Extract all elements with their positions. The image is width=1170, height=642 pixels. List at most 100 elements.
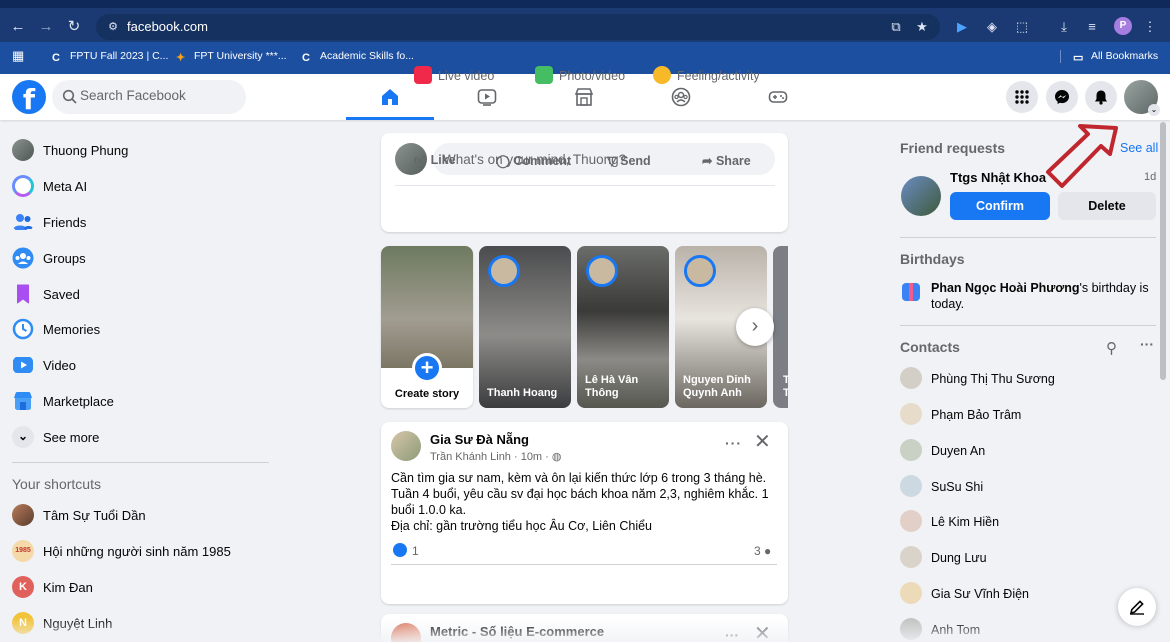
post-author[interactable]: Metric - Số liệu E-commerce [430, 624, 604, 639]
birthday-text[interactable]: Phan Ngọc Hoài Phương's birthday is toda… [931, 280, 1156, 312]
search-box[interactable] [52, 80, 246, 114]
post-composer: What's on your mind, Thuong? [381, 133, 788, 232]
feeling-activity-button[interactable]: Feeling/activity [653, 66, 760, 86]
sidebar-item-video[interactable]: Video [12, 351, 272, 381]
search-icon [62, 89, 77, 104]
fpt-icon: ✦ [176, 52, 186, 64]
site-info-icon[interactable]: ⚙ [104, 18, 122, 36]
sidebar-item-saved[interactable]: Saved [12, 280, 272, 310]
divider [395, 185, 775, 186]
create-story-card[interactable]: + Create story [381, 246, 473, 408]
sidebar-item-see-more[interactable]: ⌄ See more [12, 423, 272, 453]
notifications-button[interactable] [1085, 81, 1117, 113]
story-name: T T [783, 374, 788, 399]
contact-item[interactable]: Dung Lưu [900, 544, 1140, 572]
search-input[interactable] [80, 88, 238, 103]
contact-item[interactable]: Duyen An [900, 437, 1140, 465]
action-label: Photo/video [559, 69, 626, 83]
apps-grid-icon[interactable]: ▦ [12, 48, 24, 64]
contact-item[interactable]: Anh Tom [900, 616, 1140, 642]
sidebar-item-memories[interactable]: Memories [12, 315, 272, 345]
story-card[interactable]: T T [773, 246, 788, 408]
sidebar-item-profile[interactable]: Thuong Phung [12, 136, 272, 166]
reaction-count[interactable]: 1 [412, 544, 419, 558]
like-button[interactable]: 👍︎ Like [414, 153, 456, 168]
close-icon[interactable]: ✕ [754, 432, 771, 452]
contact-item[interactable]: Gia Sư Vĩnh Điện [900, 580, 1140, 608]
see-all-link[interactable]: See all [1120, 141, 1158, 155]
contact-name: Gia Sư Vĩnh Điện [931, 587, 1029, 601]
delete-button[interactable]: Delete [1058, 192, 1156, 220]
install-app-icon[interactable]: ⧉ [886, 17, 906, 37]
new-message-button[interactable] [1118, 588, 1156, 626]
shortcut-item[interactable]: 1985 Hội những người sinh năm 1985 [12, 537, 272, 567]
account-avatar[interactable]: ⌄ [1124, 80, 1160, 116]
extension-play-icon[interactable]: ▶ [952, 17, 972, 37]
bookmark-item-2[interactable]: ✦ FPT University ***... [176, 50, 287, 64]
story-card[interactable]: Lê Hà Vân Thông [577, 246, 669, 408]
groups-icon [12, 247, 34, 269]
share-button[interactable]: ➦ Share [702, 153, 751, 168]
sidebar-item-marketplace[interactable]: Marketplace [12, 387, 272, 417]
browser-menu-icon[interactable]: ⋮ [1140, 17, 1160, 37]
send-button[interactable]: ▽ Send [607, 153, 651, 168]
extensions-puzzle-icon[interactable]: ⬚ [1012, 17, 1032, 37]
live-video-button[interactable]: Live video [414, 66, 494, 86]
post-avatar[interactable] [391, 623, 421, 642]
all-bookmarks[interactable]: ▭ All Bookmarks [1060, 50, 1158, 64]
plus-icon[interactable]: + [412, 353, 442, 383]
scrollbar[interactable] [1160, 122, 1166, 380]
comment-count[interactable]: 3 ● [754, 544, 771, 558]
menu-button[interactable] [1006, 81, 1038, 113]
contact-item[interactable]: Lê Kim Hiền [900, 508, 1140, 536]
bookmark-star-icon[interactable]: ★ [912, 17, 932, 37]
download-icon[interactable]: ⤓ [1054, 17, 1074, 37]
shortcut-item[interactable]: K Kim Đan [12, 573, 272, 603]
contact-name: Lê Kim Hiền [931, 515, 1000, 529]
close-icon[interactable]: ✕ [754, 624, 771, 642]
post-avatar[interactable] [391, 431, 421, 461]
chevron-right-icon[interactable]: › [736, 308, 774, 346]
confirm-button[interactable]: Confirm [950, 192, 1050, 220]
home-icon [382, 89, 398, 105]
contact-item[interactable]: Phùng Thị Thu Sương [900, 365, 1140, 393]
friend-request-avatar[interactable] [901, 176, 941, 216]
comment-bubble-icon: ● [764, 544, 772, 558]
contact-item[interactable]: Phạm Bảo Trâm [900, 401, 1140, 429]
bookmark-item-1[interactable]: C FPTU Fall 2023 | C... [52, 50, 168, 64]
shortcut-label: Tâm Sự Tuổi Dần [43, 508, 146, 523]
share-icon: ➦ [702, 154, 713, 168]
bookmark-item-3[interactable]: C Academic Skills fo... [302, 50, 414, 64]
comment-button[interactable]: ◯ Comment [496, 153, 571, 168]
shield-extension-icon[interactable]: ◈ [982, 17, 1002, 37]
reload-icon[interactable]: ↻ [62, 17, 86, 37]
profile-avatar [12, 139, 34, 161]
messenger-button[interactable] [1046, 81, 1078, 113]
more-options-icon[interactable]: ··· [725, 435, 742, 451]
more-options-icon[interactable]: ··· [725, 627, 739, 642]
post-subtitle: Trần Khánh Linh · 10m · ◍ [430, 450, 562, 463]
media-queue-icon[interactable]: ≡ [1082, 17, 1102, 37]
contact-item[interactable]: SuSu Shi [900, 473, 1140, 501]
contacts-heading: Contacts [900, 339, 960, 355]
sidebar-item-groups[interactable]: Groups [12, 244, 272, 274]
story-card[interactable]: Thanh Hoang [479, 246, 571, 408]
friend-request-name[interactable]: Ttgs Nhật Khoa [950, 170, 1046, 185]
photo-video-button[interactable]: Photo/video [535, 66, 625, 86]
browser-profile-avatar[interactable]: P [1114, 17, 1132, 35]
shortcut-item[interactable]: Tâm Sự Tuổi Dần [12, 501, 272, 531]
contact-name: Phùng Thị Thu Sương [931, 372, 1055, 386]
browser-toolbar: ← → ↻ ⚙ facebook.com ⧉ ★ ▶ ◈ ⬚ ⤓ ≡ P ⋮ [0, 0, 1170, 42]
sidebar-item-friends[interactable]: Friends [12, 208, 272, 238]
forward-icon[interactable]: → [34, 17, 58, 37]
post-author[interactable]: Gia Sư Đà Nẵng [430, 432, 529, 447]
contact-avatar [900, 582, 922, 604]
back-icon[interactable]: ← [6, 17, 30, 37]
sidebar-item-meta-ai[interactable]: Meta AI [12, 172, 272, 202]
search-contacts-icon[interactable]: ⚲ [1106, 339, 1117, 357]
more-options-icon[interactable]: ··· [1140, 336, 1154, 352]
address-bar[interactable]: ⚙ facebook.com [96, 14, 940, 40]
shortcut-item[interactable]: N Nguyệt Linh [12, 609, 272, 639]
facebook-logo[interactable]: f [12, 80, 46, 114]
post-body: Cần tìm gia sư nam, kèm và ôn lại kiến t… [391, 471, 769, 517]
